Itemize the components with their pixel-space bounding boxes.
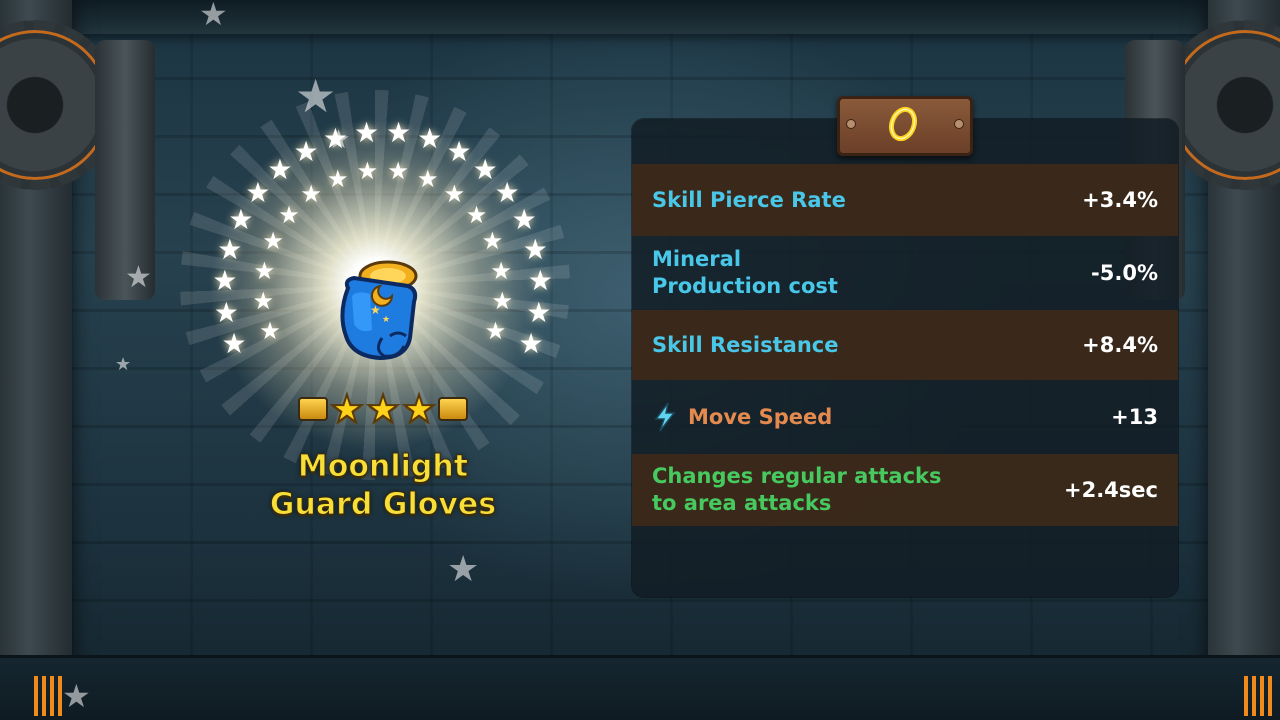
sparkle-star-icon: ★ (417, 122, 443, 156)
sparkle-star-icon: ★ (228, 202, 254, 236)
ceiling-beam (0, 0, 1280, 34)
sparkle-star-icon: ★ (443, 179, 466, 208)
sparkle-star-icon: ★ (115, 354, 132, 375)
sparkle-star-icon: ★ (221, 327, 247, 361)
gold-star-icon: ★ (365, 387, 401, 431)
stat-label: Move Speed (688, 404, 833, 429)
stats-panel: Skill Pierce Rate +3.4% Mineral Producti… (632, 119, 1178, 597)
gold-ring-icon (888, 106, 918, 142)
sparkle-star-icon: ★ (199, 0, 228, 33)
stat-label: Mineral Production cost (652, 246, 838, 300)
stat-value: +3.4% (1082, 188, 1158, 212)
sparkle-star-icon: ★ (259, 317, 281, 346)
stat-row-move-speed: Move Speed +13 (632, 380, 1178, 454)
stat-row-skill-resistance: Skill Resistance +8.4% (632, 310, 1178, 380)
sparkle-star-icon: ★ (387, 156, 409, 185)
rivet-icon (954, 119, 964, 129)
sparkle-star-icon: ★ (295, 69, 337, 123)
sparkle-star-icon: ★ (491, 287, 513, 316)
stat-row-area-attacks: Changes regular attacks to area attacks … (632, 454, 1178, 526)
item-name-line1: Moonlight (297, 449, 469, 485)
sparkle-star-icon: ★ (262, 227, 284, 256)
sparkle-star-icon: ★ (416, 164, 439, 193)
stat-label-line1: Mineral (652, 247, 742, 271)
sparkle-star-icon: ★ (267, 152, 293, 186)
sparkle-star-icon: ★ (484, 317, 507, 346)
sparkle-star-icon: ★ (447, 549, 480, 590)
sparkle-star-icon: ★ (354, 115, 380, 149)
blue-glove-icon: ★ ★ (318, 240, 448, 370)
item-name-line2: Guard Gloves (269, 487, 497, 523)
sparkle-star-icon: ★ (490, 256, 512, 285)
rivet-icon (846, 119, 856, 129)
sparkle-star-icon: ★ (213, 296, 239, 330)
sparkle-star-icon: ★ (217, 232, 243, 266)
gold-star-icon: ★ (401, 387, 437, 431)
stat-value: +2.4sec (1064, 478, 1158, 502)
item-name: Moonlight Guard Gloves (200, 448, 566, 524)
sparkle-star-icon: ★ (481, 227, 504, 256)
sparkle-star-icon: ★ (293, 134, 319, 168)
sparkle-star-icon: ★ (278, 201, 300, 230)
sparkle-star-icon: ★ (212, 264, 238, 298)
sparkle-star-icon: ★ (518, 327, 544, 361)
star-rating: ★ ★ ★ (298, 384, 468, 434)
sparkle-star-icon: ★ (327, 164, 349, 193)
gold-star-icon: ★ (329, 387, 365, 431)
lightning-bolt-icon (654, 402, 676, 432)
stat-label-group: Move Speed (652, 402, 832, 432)
sparkle-star-icon: ★ (300, 179, 322, 208)
sparkle-star-icon: ★ (62, 677, 91, 715)
sparkle-star-icon: ★ (385, 115, 412, 149)
svg-text:★: ★ (382, 315, 390, 325)
wing-left-icon (298, 397, 328, 421)
sparkle-star-icon: ★ (465, 201, 488, 230)
stat-label-line2: Production cost (652, 274, 838, 298)
sparkle-star-icon: ★ (511, 202, 537, 236)
sparkle-star-icon: ★ (446, 134, 472, 168)
wing-right-icon (438, 397, 468, 421)
svg-text:★: ★ (370, 303, 381, 317)
stat-label: Changes regular attacks to area attacks (652, 463, 942, 517)
stat-label: Skill Resistance (652, 332, 839, 357)
stat-label-line1: Changes regular attacks (652, 464, 942, 488)
floor (0, 655, 1280, 720)
sparkle-star-icon: ★ (125, 260, 152, 295)
sparkle-star-icon: ★ (527, 264, 553, 298)
stat-row-skill-pierce-rate: Skill Pierce Rate +3.4% (632, 164, 1178, 236)
stat-label-line2: to area attacks (652, 491, 832, 515)
vent-icon (1244, 676, 1274, 716)
sparkle-star-icon: ★ (356, 156, 379, 185)
item-detail-screen: ★ ★ ★ ★ ★ ★ ★ ★ ★ ★ ★ ★ ★ ★ ★ ★ ★ ★ ★ ★ ★ ★ ★ ★ ★ ★ ★ ★ ★ ★ ★ ★ ★ ★ ★ ★ ★ ★ ★ ★… (0, 0, 1280, 720)
stat-label: Skill Pierce Rate (652, 187, 846, 212)
stat-value: +13 (1111, 405, 1158, 429)
sparkle-star-icon: ★ (252, 287, 275, 316)
stat-value: +8.4% (1082, 333, 1158, 357)
stat-row-mineral-production-cost: Mineral Production cost -5.0% (632, 236, 1178, 310)
sparkle-star-icon: ★ (522, 232, 548, 266)
stat-value: -5.0% (1091, 261, 1158, 285)
sparkle-star-icon: ★ (327, 125, 351, 155)
sparkle-star-icon: ★ (526, 296, 552, 330)
sparkle-star-icon: ★ (253, 256, 276, 285)
vent-icon (34, 676, 64, 716)
